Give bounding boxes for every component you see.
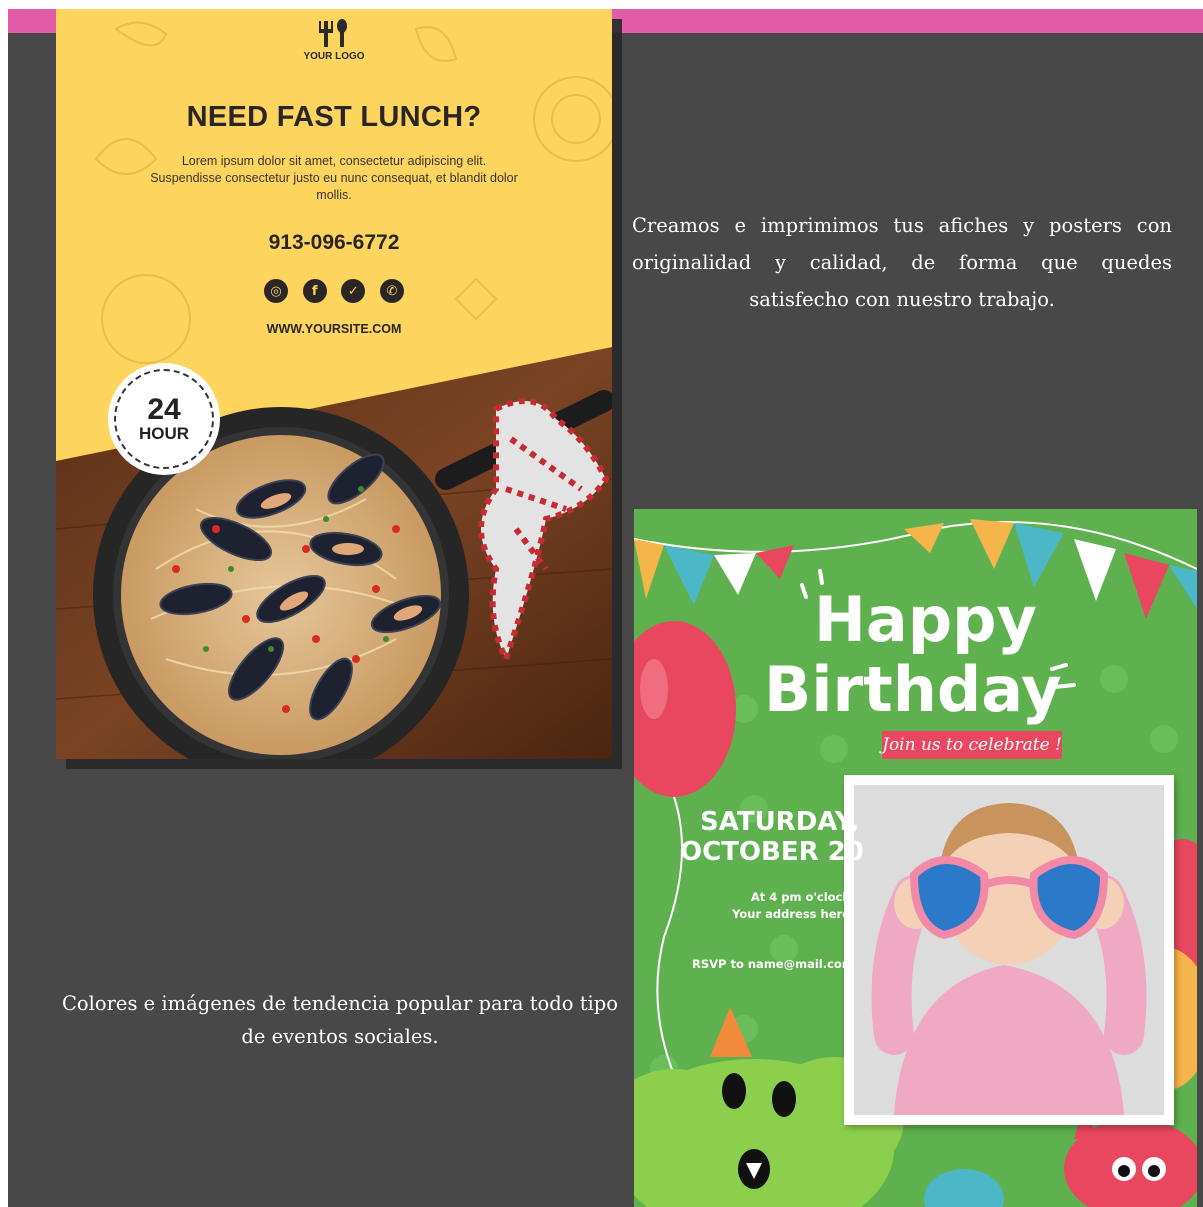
logo-text: YOUR LOGO [303, 51, 365, 62]
caption-posters: Creamos e imprimimos tus afiches y poste… [632, 214, 1172, 311]
lunch-body-text: Lorem ipsum dolor sit amet, consectetur … [150, 154, 518, 202]
badge-ring [114, 369, 214, 469]
facebook-icon: f [302, 279, 327, 303]
birthday-time: At 4 pm o'clock [750, 890, 850, 904]
instagram-icon: ◎ [264, 279, 288, 303]
24-hour-badge: 24 HOUR [108, 363, 220, 475]
birthday-date-line2: OCTOBER 20 [680, 837, 864, 867]
birthday-date-line1: SATURDAY, [700, 807, 860, 837]
lunch-website: WWW.YOURSITE.COM [266, 322, 402, 336]
birthday-poster: Happy Birthday Join us to celebrate ! SA… [634, 509, 1197, 1207]
child-photo [854, 785, 1164, 1115]
twitter-icon: ✓ [341, 279, 366, 303]
birthday-title-line1: Happy [814, 583, 1037, 656]
whatsapp-icon: ✆ [379, 279, 404, 303]
birthday-title-line2: Birthday [764, 653, 1062, 726]
lunch-title: NEED FAST LUNCH? [186, 101, 482, 133]
birthday-address: Your address here [732, 907, 850, 921]
social-icons: ◎ f ✓ ✆ [264, 279, 404, 305]
birthday-rsvp: RSVP to name@mail.com [692, 957, 854, 971]
slide-page: YOUR LOGO NEED FAST LUNCH? Lorem ipsum d… [8, 9, 1203, 1207]
lunch-poster: YOUR LOGO NEED FAST LUNCH? Lorem ipsum d… [56, 9, 612, 759]
photo-frame [844, 775, 1174, 1125]
lunch-phone: 913-096-6772 [268, 231, 400, 254]
caption-events: Colores e imágenes de tendencia popular … [61, 992, 619, 1048]
birthday-time-address: At 4 pm o'clock Your address here [674, 889, 850, 923]
birthday-ribbon: Join us to celebrate ! [882, 731, 1062, 759]
